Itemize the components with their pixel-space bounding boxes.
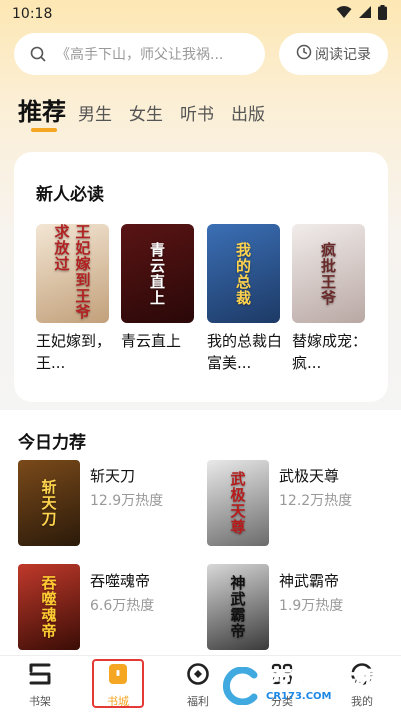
- new-user-card: 新人必读 王妃嫁到王爷求放过 青云直上 我的总裁 疯批王爷 王妃嫁到，王... …: [14, 152, 388, 402]
- book-cover[interactable]: 吞噬魂帝: [18, 564, 80, 650]
- tab-female[interactable]: 女生: [129, 100, 163, 125]
- watermark-c-icon: [222, 667, 258, 705]
- bookshelf-icon: [27, 662, 53, 690]
- book-title[interactable]: 替嫁成宠：疯...: [292, 330, 370, 374]
- signal-icon: [358, 5, 372, 23]
- book-heat: 12.9万热度: [90, 493, 164, 509]
- book-title[interactable]: 青云直上: [121, 330, 199, 352]
- clock-icon: [296, 44, 312, 64]
- book-cover-title: 我的总裁: [234, 241, 252, 306]
- book-title[interactable]: 王妃嫁到，王...: [36, 330, 114, 374]
- book-cover-title: 王妃嫁到王爷求放过: [52, 224, 92, 320]
- book-cover[interactable]: 疯批王爷: [292, 224, 365, 323]
- book-title[interactable]: 神武霸帝: [279, 570, 339, 591]
- book-cover[interactable]: 斩天刀: [18, 460, 80, 546]
- book-cover[interactable]: 我的总裁: [207, 224, 280, 323]
- book-cover-title: 青云直上: [148, 241, 166, 306]
- status-bar: 10:18: [0, 0, 401, 28]
- book-heat: 1.9万热度: [279, 598, 344, 614]
- active-tab-indicator: [31, 128, 57, 132]
- reading-history-button[interactable]: 阅读记录: [279, 33, 388, 75]
- book-title[interactable]: 我的总裁白富美...: [207, 330, 285, 374]
- book-cover[interactable]: 武极天尊: [207, 460, 269, 546]
- nav-label: 书架: [29, 695, 51, 708]
- search-icon: [30, 46, 46, 62]
- book-title[interactable]: 斩天刀: [90, 465, 135, 486]
- status-time: 10:18: [12, 6, 53, 22]
- book-heat: 12.2万热度: [279, 493, 353, 509]
- book-cover-title: 疯批王爷: [319, 241, 337, 306]
- book-cover-title: 武极天尊: [228, 471, 247, 535]
- search-input[interactable]: 《高手下山，师父让我祸...: [14, 33, 265, 75]
- today-recommend-title: 今日力荐: [18, 433, 86, 453]
- watermark-sub: CR173.COM: [266, 691, 332, 702]
- book-cover-title: 斩天刀: [39, 479, 58, 527]
- new-user-title: 新人必读: [36, 185, 104, 205]
- tab-audio[interactable]: 听书: [180, 100, 214, 125]
- book-cover[interactable]: 神武霸帝: [207, 564, 269, 650]
- welfare-icon: [186, 662, 210, 690]
- reading-history-label: 阅读记录: [315, 47, 371, 63]
- nav-label: 福利: [187, 695, 209, 708]
- nav-bookshelf[interactable]: 书架: [8, 656, 72, 713]
- search-placeholder: 《高手下山，师父让我祸...: [56, 47, 224, 63]
- book-title[interactable]: 武极天尊: [279, 465, 339, 486]
- tab-publish[interactable]: 出版: [231, 100, 265, 125]
- book-cover-title: 吞噬魂帝: [39, 575, 58, 639]
- battery-icon: [378, 4, 387, 24]
- watermark-text: 西西软件园: [265, 668, 377, 693]
- wifi-icon: [336, 5, 352, 23]
- book-title[interactable]: 吞噬魂帝: [90, 570, 150, 591]
- book-cover[interactable]: 青云直上: [121, 224, 194, 323]
- active-nav-highlight: [92, 659, 144, 708]
- watermark-logo: 西西软件园 CR173.COM: [220, 665, 400, 707]
- tab-male[interactable]: 男生: [78, 100, 112, 125]
- today-recommend-panel: 今日力荐 斩天刀 斩天刀 12.9万热度 武极天尊 武极天尊 12.2万热度 吞…: [0, 410, 401, 660]
- book-cover-title: 神武霸帝: [228, 575, 247, 639]
- tab-recommend[interactable]: 推荐: [18, 92, 66, 127]
- book-heat: 6.6万热度: [90, 598, 155, 614]
- category-tabs: 推荐 男生 女生 听书 出版: [18, 92, 282, 127]
- book-cover[interactable]: 王妃嫁到王爷求放过: [36, 224, 109, 323]
